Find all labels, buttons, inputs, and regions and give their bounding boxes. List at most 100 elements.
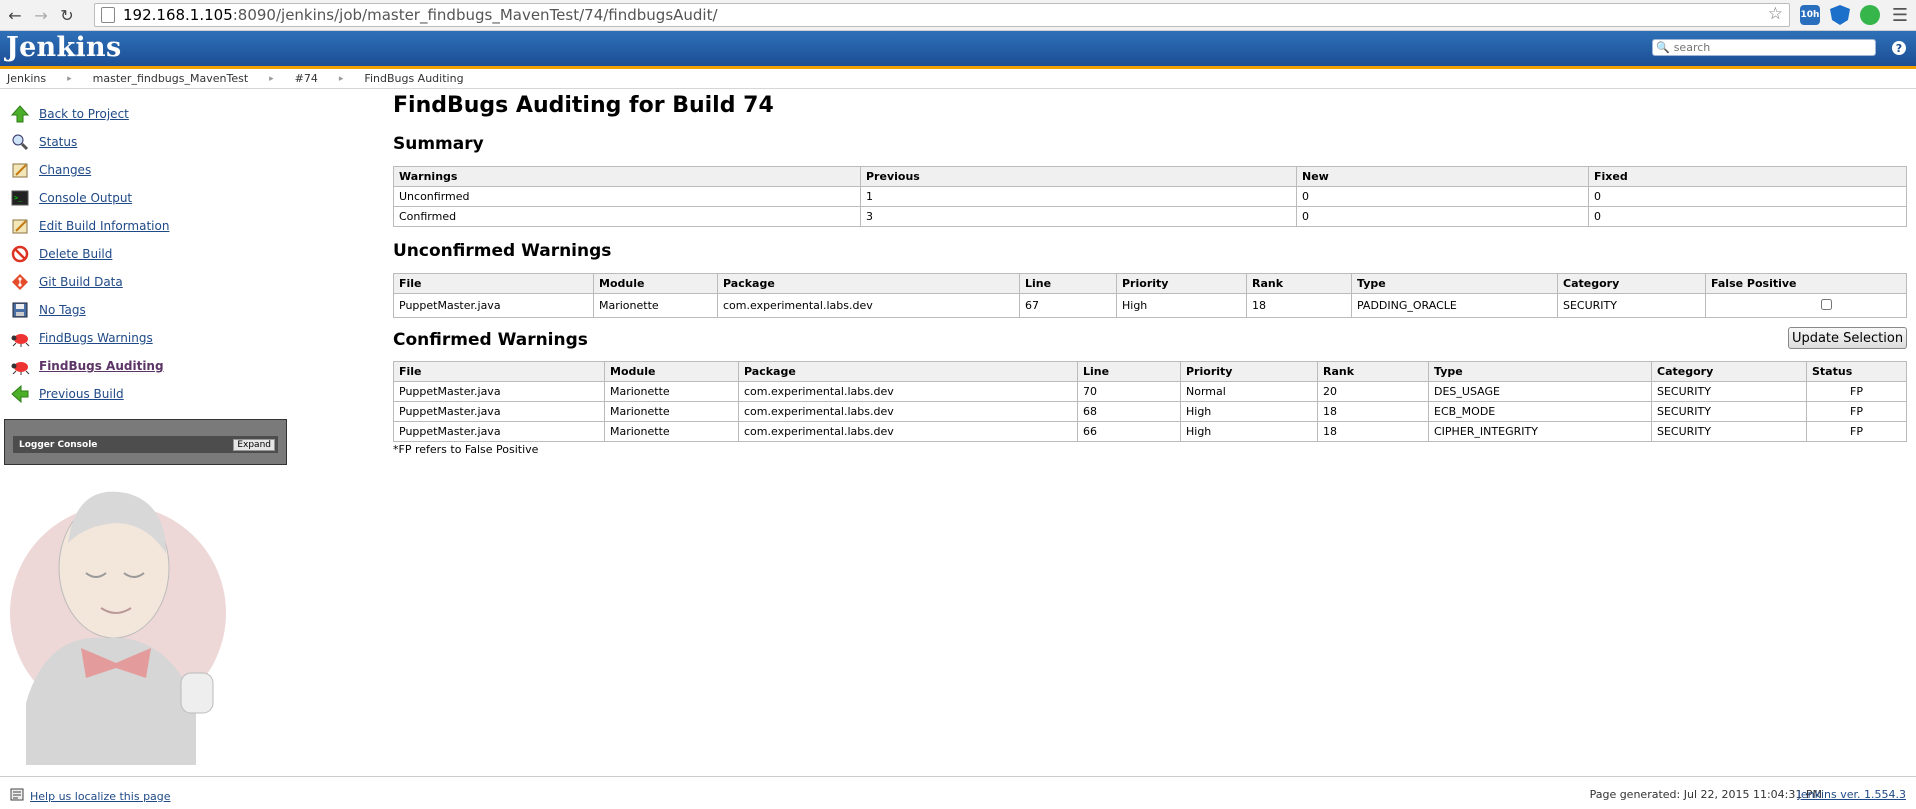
sidebar-item-previous-build[interactable]: Previous Build (0, 380, 290, 408)
url-path: :8090/jenkins/job/master_findbugs_MavenT… (232, 6, 718, 24)
sidebar-item-label[interactable]: Console Output (39, 191, 132, 205)
table-cell: PuppetMaster.java (393, 381, 605, 402)
logger-console: Logger Console Expand (4, 419, 287, 465)
table-cell: 18 (1246, 293, 1352, 318)
table-cell: SECURITY (1651, 401, 1807, 422)
sidebar-item-git-build-data[interactable]: Git Build Data (0, 268, 290, 296)
table-cell: PADDING_ORACLE (1351, 293, 1558, 318)
sidebar-item-label[interactable]: Previous Build (39, 387, 124, 401)
sidebar-item-label[interactable]: No Tags (39, 303, 86, 317)
table-cell: com.experimental.labs.dev (717, 293, 1020, 318)
sidebar-item-label[interactable]: Delete Build (39, 247, 112, 261)
url-host: 192.168.1.105 (123, 6, 233, 24)
green-extension-icon[interactable] (1860, 5, 1880, 25)
table-header-row: Warnings Previous New Fixed (393, 166, 1907, 187)
table-cell: Confirmed (393, 206, 861, 227)
table-cell: 20 (1317, 381, 1429, 402)
confirmed-table: File Module Package Line Priority Rank T… (393, 361, 1907, 442)
sidebar-item-edit-build-information[interactable]: Edit Build Information (0, 212, 290, 240)
summary-heading: Summary (393, 134, 484, 154)
browser-toolbar: ← → ↻ 192.168.1.105:8090/jenkins/job/mas… (0, 0, 1916, 31)
table-cell: Unconfirmed (393, 186, 861, 207)
shield-extension-icon[interactable] (1830, 5, 1850, 25)
table-cell: PuppetMaster.java (393, 293, 594, 318)
forward-arrow-icon[interactable]: → (30, 4, 52, 26)
search-box[interactable]: 🔍 (1652, 39, 1876, 56)
table-cell: Marionette (593, 293, 718, 318)
sidebar-item-console-output[interactable]: >_ Console Output (0, 184, 290, 212)
table-cell: 66 (1077, 421, 1181, 442)
table-cell: PuppetMaster.java (393, 401, 605, 422)
table-row: PuppetMaster.java Marionette com.experim… (393, 293, 1907, 318)
table-cell: ECB_MODE (1428, 401, 1652, 422)
up-arrow-icon (10, 104, 30, 124)
sidebar-item-findbugs-auditing[interactable]: FindBugs Auditing (0, 352, 290, 380)
unconfirmed-heading: Unconfirmed Warnings (393, 241, 612, 261)
table-cell: 18 (1317, 401, 1429, 422)
false-positive-checkbox[interactable] (1820, 298, 1832, 310)
table-cell: 67 (1019, 293, 1117, 318)
sidebar-item-label[interactable]: FindBugs Auditing (39, 359, 164, 373)
jenkins-butler-image (6, 463, 238, 765)
bookmark-star-icon[interactable]: ☆ (1768, 4, 1783, 24)
table-cell: PuppetMaster.java (393, 421, 605, 442)
notepad-icon (10, 160, 30, 180)
sidebar-item-back-to-project[interactable]: Back to Project (0, 100, 290, 128)
reload-icon[interactable]: ↻ (56, 4, 78, 26)
sidebar-item-label[interactable]: Status (39, 135, 77, 149)
sidebar-item-label[interactable]: FindBugs Warnings (39, 331, 153, 345)
logger-console-bar: Logger Console Expand (13, 436, 278, 453)
save-icon (10, 300, 30, 320)
translate-icon (10, 788, 24, 804)
help-icon[interactable]: ? (1892, 41, 1906, 55)
column-header: False Positive (1705, 273, 1907, 294)
localize-link[interactable]: Help us localize this page (30, 790, 171, 803)
sidebar-item-status[interactable]: Status (0, 128, 290, 156)
footnote: *FP refers to False Positive (393, 443, 539, 456)
table-row: PuppetMaster.java Marionette com.experim… (393, 421, 1907, 442)
column-header: Warnings (393, 166, 861, 187)
column-header: Rank (1246, 273, 1352, 294)
table-row: PuppetMaster.java Marionette com.experim… (393, 381, 1907, 402)
jenkins-version-link[interactable]: Jenkins ver. 1.554.3 (1798, 788, 1906, 801)
update-selection-button[interactable]: Update Selection (1788, 327, 1907, 349)
status-cell: FP (1806, 381, 1907, 402)
breadcrumb-separator-icon: ▸ (67, 73, 72, 84)
main-panel: FindBugs Auditing for Build 74 Summary W… (393, 90, 1907, 456)
left-arrow-icon (10, 384, 30, 404)
breadcrumb-jenkins[interactable]: Jenkins (7, 72, 46, 85)
table-cell: 18 (1317, 421, 1429, 442)
address-bar[interactable]: 192.168.1.105:8090/jenkins/job/master_fi… (94, 3, 1790, 27)
sidebar-item-no-tags[interactable]: No Tags (0, 296, 290, 324)
logger-expand-button[interactable]: Expand (233, 438, 275, 451)
sidebar-item-delete-build[interactable]: Delete Build (0, 240, 290, 268)
table-cell: 3 (860, 206, 1297, 227)
status-cell: FP (1806, 421, 1907, 442)
column-header: New (1296, 166, 1589, 187)
search-input[interactable] (1673, 41, 1864, 54)
logger-console-title: Logger Console (19, 439, 98, 450)
extension-badge-icon[interactable]: 10h (1800, 5, 1820, 25)
sidebar-item-label[interactable]: Back to Project (39, 107, 129, 121)
table-cell: High (1116, 293, 1247, 318)
column-header: Package (717, 273, 1020, 294)
jenkins-logo[interactable]: Jenkins (6, 32, 121, 63)
back-arrow-icon[interactable]: ← (4, 4, 26, 26)
table-cell: 68 (1077, 401, 1181, 422)
sidebar-item-label[interactable]: Edit Build Information (39, 219, 169, 233)
breadcrumb-findbugs-auditing[interactable]: FindBugs Auditing (364, 72, 463, 85)
breadcrumb-build[interactable]: #74 (295, 72, 318, 85)
table-cell: Marionette (604, 421, 739, 442)
sidebar-item-changes[interactable]: Changes (0, 156, 290, 184)
table-cell: High (1180, 401, 1318, 422)
breadcrumb-job[interactable]: master_findbugs_MavenTest (93, 72, 248, 85)
browser-menu-icon[interactable]: ☰ (1892, 5, 1908, 26)
table-cell: 0 (1296, 186, 1589, 207)
column-header: File (393, 273, 594, 294)
sidebar-item-findbugs-warnings[interactable]: FindBugs Warnings (0, 324, 290, 352)
false-positive-cell (1705, 293, 1907, 318)
search-icon: 🔍 (1656, 41, 1670, 54)
sidebar-item-label[interactable]: Git Build Data (39, 275, 123, 289)
column-header: Type (1351, 273, 1558, 294)
sidebar-item-label[interactable]: Changes (39, 163, 91, 177)
